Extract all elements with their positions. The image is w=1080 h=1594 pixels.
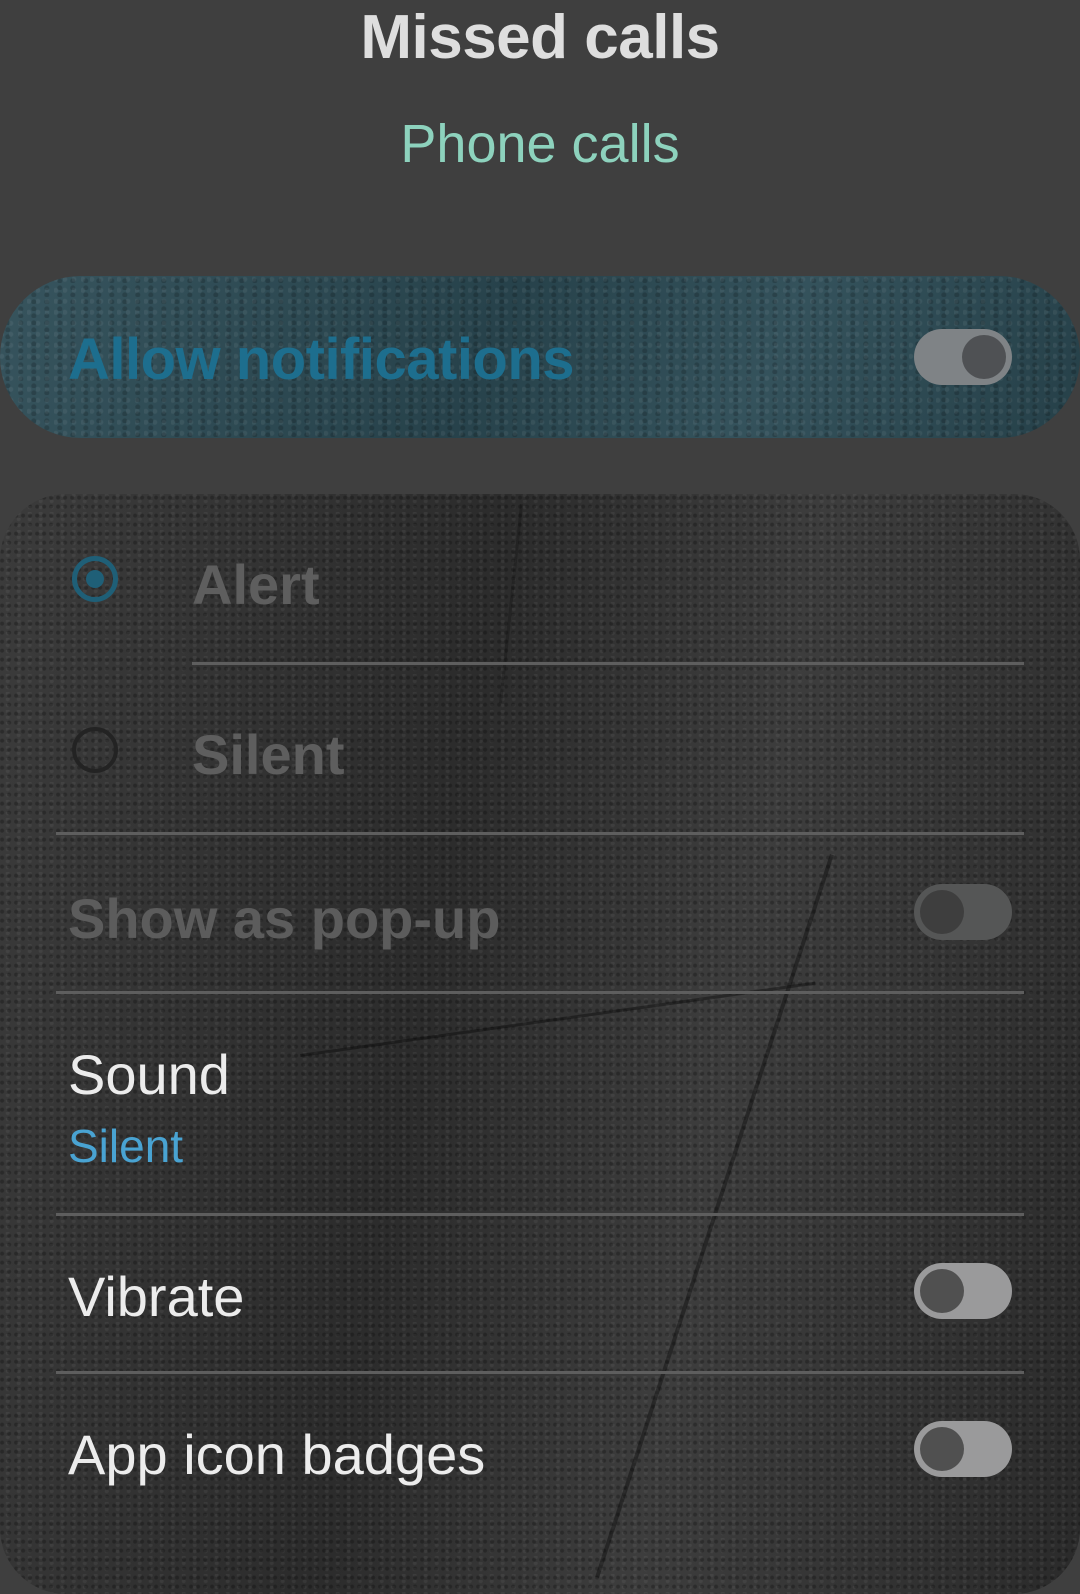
silent-option-label[interactable]: Silent bbox=[192, 722, 344, 787]
app-icon-badges-label: App icon badges bbox=[68, 1423, 486, 1486]
sound-label[interactable]: Sound bbox=[68, 1042, 230, 1107]
alert-radio[interactable] bbox=[72, 556, 118, 602]
show-as-popup-toggle[interactable] bbox=[914, 884, 1012, 940]
app-icon-badges-toggle[interactable] bbox=[914, 1421, 1012, 1477]
texture-scratch bbox=[595, 854, 834, 1579]
vibrate-label: Vibrate bbox=[68, 1265, 245, 1328]
divider bbox=[192, 662, 1024, 665]
toggle-knob bbox=[920, 890, 964, 934]
toggle-knob bbox=[920, 1269, 964, 1313]
show-as-popup-label: Show as pop-up bbox=[68, 887, 501, 950]
toggle-knob bbox=[920, 1427, 964, 1471]
divider bbox=[56, 1213, 1024, 1216]
allow-notifications-row[interactable]: Allow notifications bbox=[0, 276, 1080, 438]
category-subtitle[interactable]: Phone calls bbox=[0, 113, 1080, 175]
radio-selected-dot bbox=[86, 570, 104, 588]
page-title: Missed calls bbox=[360, 3, 720, 72]
toggle-knob bbox=[962, 335, 1006, 379]
sound-value: Silent bbox=[68, 1120, 184, 1172]
notification-settings-card: Alert Silent Show as pop-up Sound Silent… bbox=[0, 494, 1080, 1594]
allow-notifications-toggle[interactable] bbox=[914, 329, 1012, 385]
silent-radio[interactable] bbox=[72, 727, 118, 773]
allow-notifications-label: Allow notifications bbox=[68, 327, 575, 392]
alert-option-label[interactable]: Alert bbox=[192, 552, 320, 617]
header: Missed calls Phone calls bbox=[0, 0, 1080, 240]
divider bbox=[56, 1371, 1024, 1374]
divider bbox=[56, 991, 1024, 994]
texture-scratch bbox=[499, 504, 523, 704]
vibrate-toggle[interactable] bbox=[914, 1263, 1012, 1319]
divider bbox=[56, 832, 1024, 835]
